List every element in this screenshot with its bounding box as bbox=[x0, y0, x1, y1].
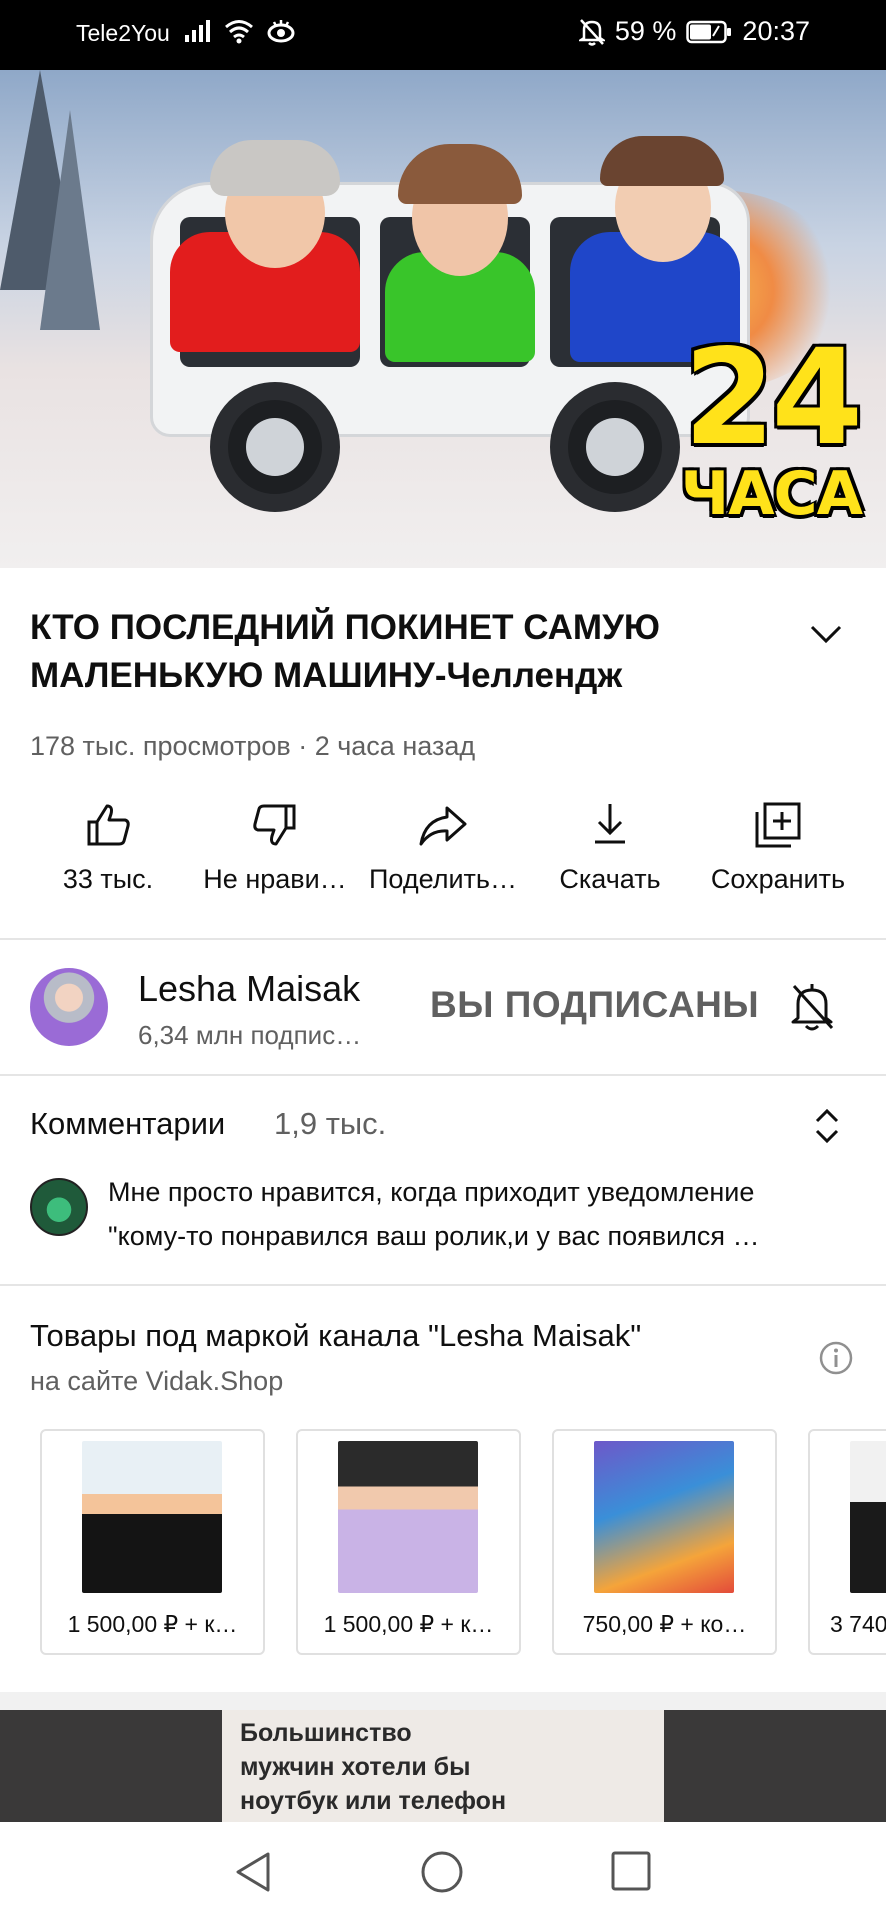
price-value: 3 740 bbox=[830, 1611, 886, 1637]
video-title-line: КТО ПОСЛЕДНИЙ ПОКИНЕТ САМУЮ bbox=[30, 608, 660, 647]
thumbs-up-icon bbox=[87, 804, 130, 846]
commenter-avatar bbox=[30, 1178, 88, 1236]
system-nav-bar bbox=[0, 1822, 886, 1920]
eye-icon bbox=[267, 20, 295, 43]
product-image bbox=[338, 1441, 478, 1593]
comments-section[interactable]: Комментарии 1,9 тыс. Мне просто нравится… bbox=[0, 1078, 886, 1284]
product-price: 3 740 bbox=[810, 1611, 886, 1638]
product-price: 1 500,00 ₽ + к… bbox=[42, 1611, 263, 1638]
recents-icon[interactable] bbox=[610, 1850, 652, 1892]
divider bbox=[0, 1074, 886, 1076]
price-suffix: + ко… bbox=[680, 1611, 747, 1637]
merch-title: Товары под маркой канала "Lesha Maisak" bbox=[30, 1318, 642, 1353]
price-suffix: + к… bbox=[440, 1611, 494, 1637]
video-meta: 178 тыс. просмотров · 2 часа назад bbox=[30, 731, 476, 761]
subscriber-count: 6,34 млн подпис… bbox=[138, 1020, 362, 1050]
product-image bbox=[594, 1441, 734, 1593]
product-price: 1 500,00 ₽ + к… bbox=[298, 1611, 519, 1638]
comments-count: 1,9 тыс. bbox=[274, 1106, 387, 1141]
bell-off-icon bbox=[578, 18, 605, 46]
channel-avatar[interactable] bbox=[30, 968, 108, 1046]
status-bar: Tele2You 59 % 20:37 bbox=[0, 0, 886, 70]
tree-decoration bbox=[40, 110, 100, 330]
share-button[interactable]: Поделить… bbox=[358, 800, 528, 895]
signal-icon bbox=[185, 20, 210, 42]
info-icon[interactable] bbox=[818, 1340, 854, 1376]
price-value: 1 500,00 ₽ bbox=[67, 1611, 179, 1637]
ad-text-line: Большинство bbox=[240, 1719, 412, 1747]
comments-header: Комментарии bbox=[30, 1106, 226, 1141]
thumbnail-word: ЧАСА bbox=[680, 459, 863, 529]
action-bar: 33 тыс. Не нрави… Поделить… Скачать Сохр… bbox=[0, 800, 886, 910]
like-count: 33 тыс. bbox=[62, 864, 154, 894]
share-icon bbox=[419, 806, 467, 846]
carrier-name: Tele2You bbox=[76, 20, 170, 46]
ad-text-line: ноутбук или телефон bbox=[240, 1787, 507, 1815]
dislike-button[interactable]: Не нрави… bbox=[190, 800, 360, 895]
thumbs-down-icon bbox=[253, 804, 296, 846]
download-icon bbox=[595, 804, 625, 844]
merch-card[interactable]: 750,00 ₽ + ко… bbox=[552, 1429, 777, 1655]
thumbnail-badge: 24 ЧАСА bbox=[680, 321, 864, 529]
price-suffix: + к… bbox=[184, 1611, 238, 1637]
section-separator bbox=[0, 1692, 886, 1710]
video-title-line: МАЛЕНЬКУЮ МАШИНУ-Челлендж bbox=[30, 656, 623, 695]
subscribed-button[interactable]: ВЫ ПОДПИСАНЫ bbox=[430, 984, 759, 1026]
add-to-playlist-icon bbox=[755, 802, 801, 848]
clock: 20:37 bbox=[742, 16, 810, 46]
video-player[interactable]: 24 ЧАСА bbox=[0, 70, 886, 568]
battery-icon bbox=[686, 20, 732, 43]
product-image bbox=[82, 1441, 222, 1593]
share-label: Поделить… bbox=[369, 864, 517, 894]
product-price: 750,00 ₽ + ко… bbox=[554, 1611, 775, 1638]
channel-name[interactable]: Lesha Maisak bbox=[138, 968, 360, 1010]
bell-off-icon[interactable] bbox=[788, 980, 836, 1034]
top-comment: Мне просто нравится, когда приходит увед… bbox=[108, 1170, 853, 1258]
channel-row[interactable]: Lesha Maisak 6,34 млн подпис… ВЫ ПОДПИСА… bbox=[0, 942, 886, 1076]
merch-card[interactable]: 1 500,00 ₽ + к… bbox=[296, 1429, 521, 1655]
price-value: 1 500,00 ₽ bbox=[323, 1611, 435, 1637]
top-comment-line: "кому-то понравился ваш ролик,и у вас по… bbox=[108, 1221, 760, 1251]
back-icon[interactable] bbox=[232, 1850, 274, 1894]
wifi-icon bbox=[225, 20, 253, 44]
save-button[interactable]: Сохранить bbox=[693, 800, 863, 895]
download-label: Скачать bbox=[559, 864, 661, 894]
dislike-label: Не нрави… bbox=[203, 864, 347, 894]
ad-text: Большинство мужчин хотели бы ноутбук или… bbox=[240, 1716, 506, 1818]
ad-banner[interactable]: Большинство мужчин хотели бы ноутбук или… bbox=[0, 1710, 886, 1822]
merch-subtitle[interactable]: на сайте Vidak.Shop bbox=[30, 1366, 283, 1397]
like-button[interactable]: 33 тыс. bbox=[23, 800, 193, 895]
ad-text-line: мужчин хотели бы bbox=[240, 1753, 471, 1781]
save-label: Сохранить bbox=[710, 864, 846, 894]
download-button[interactable]: Скачать bbox=[525, 800, 695, 895]
price-value: 750,00 ₽ bbox=[582, 1611, 675, 1637]
thumbnail-number: 24 bbox=[683, 321, 863, 475]
merch-card[interactable]: 3 740 bbox=[808, 1429, 886, 1655]
battery-percent: 59 % bbox=[614, 16, 677, 46]
expand-icon[interactable] bbox=[812, 1106, 842, 1146]
merch-card[interactable]: 1 500,00 ₽ + к… bbox=[40, 1429, 265, 1655]
divider bbox=[0, 938, 886, 940]
top-comment-line: Мне просто нравится, когда приходит увед… bbox=[108, 1177, 755, 1207]
video-title[interactable]: КТО ПОСЛЕДНИЙ ПОКИНЕТ САМУЮ МАЛЕНЬКУЮ МА… bbox=[30, 604, 770, 700]
home-icon[interactable] bbox=[420, 1850, 464, 1894]
merch-shelf: Товары под маркой канала "Lesha Maisak" … bbox=[0, 1286, 886, 1692]
product-image bbox=[850, 1441, 886, 1593]
chevron-down-icon[interactable] bbox=[808, 622, 844, 646]
van-illustration bbox=[130, 122, 770, 512]
